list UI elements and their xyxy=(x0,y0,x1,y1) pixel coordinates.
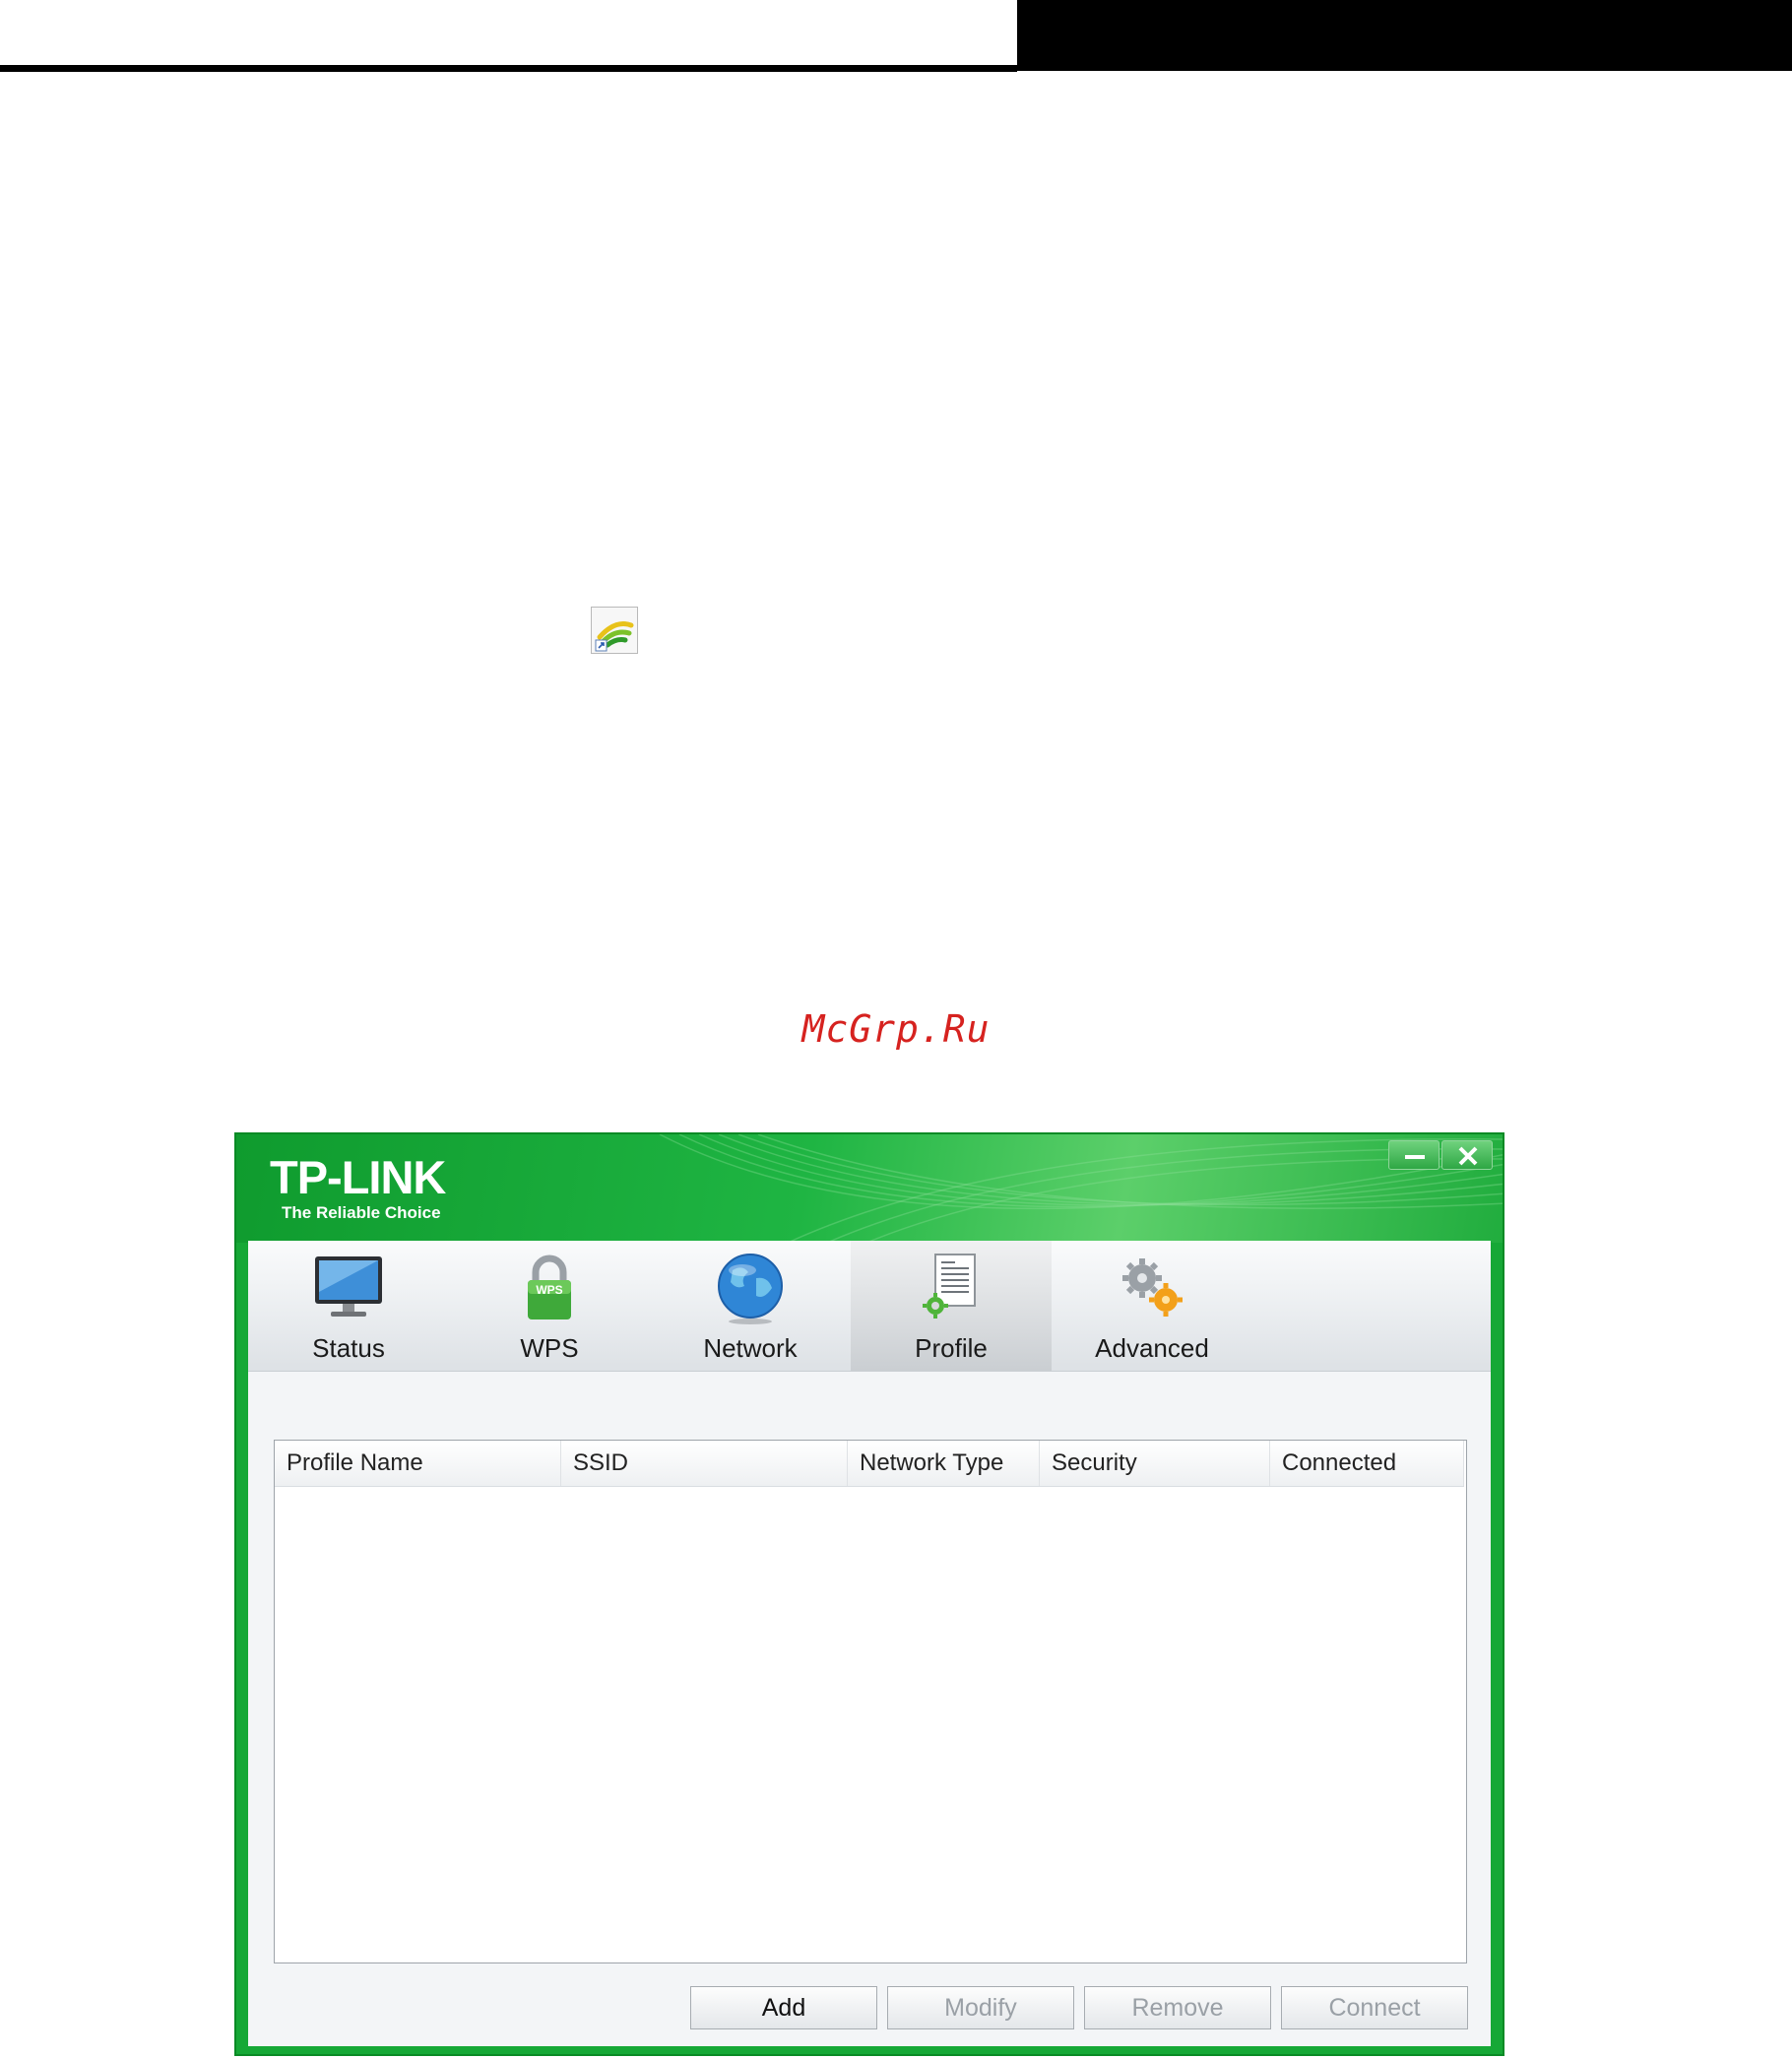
add-button[interactable]: Add xyxy=(690,1986,877,2029)
close-icon xyxy=(1458,1146,1478,1166)
tab-network[interactable]: Network xyxy=(650,1241,851,1371)
column-header-profile-name[interactable]: Profile Name xyxy=(275,1441,561,1486)
tab-label: Advanced xyxy=(1095,1333,1209,1363)
brand-logo: TP-LINK The Reliable Choice xyxy=(270,1151,446,1223)
app-header: TP-LINK The Reliable Choice xyxy=(236,1134,1503,1243)
page-header-bar xyxy=(1017,0,1792,71)
tab-profile[interactable]: Profile xyxy=(851,1241,1052,1371)
gears-icon xyxy=(1122,1258,1183,1317)
window-controls xyxy=(1388,1140,1493,1170)
tp-link-utility-window: TP-LINK The Reliable Choice Status WPS W… xyxy=(234,1132,1504,2056)
tab-advanced[interactable]: Advanced xyxy=(1052,1241,1252,1371)
tab-label: Network xyxy=(703,1333,798,1363)
brand-name: TP-LINK xyxy=(270,1151,446,1203)
monitor-icon xyxy=(315,1256,382,1317)
page-header-rule xyxy=(0,65,1017,72)
minimize-button[interactable] xyxy=(1388,1140,1440,1170)
column-header-security[interactable]: Security xyxy=(1040,1441,1270,1486)
tab-label: Status xyxy=(312,1333,385,1363)
wps-lock-icon: WPS xyxy=(528,1255,571,1319)
close-button[interactable] xyxy=(1441,1140,1493,1170)
modify-button[interactable]: Modify xyxy=(887,1986,1074,2029)
table-header: Profile Name SSID Network Type Security … xyxy=(275,1441,1464,1487)
column-header-connected[interactable]: Connected xyxy=(1270,1441,1464,1486)
remove-button[interactable]: Remove xyxy=(1084,1986,1271,2029)
minimize-icon xyxy=(1405,1155,1425,1159)
connect-button[interactable]: Connect xyxy=(1281,1986,1468,2029)
svg-text:WPS: WPS xyxy=(536,1283,562,1297)
brand-tagline: The Reliable Choice xyxy=(282,1203,441,1222)
wifi-shortcut-icon[interactable] xyxy=(591,607,638,654)
profile-document-icon xyxy=(923,1254,976,1319)
watermark: McGrp.Ru xyxy=(801,1007,991,1051)
main-toolbar: Status WPS WPS Network Profile Advanced xyxy=(248,1241,1491,1372)
globe-icon xyxy=(718,1254,783,1324)
tab-label: Profile xyxy=(915,1333,988,1363)
tab-label: WPS xyxy=(520,1333,579,1363)
tab-wps[interactable]: WPS WPS xyxy=(449,1241,650,1371)
column-header-ssid[interactable]: SSID xyxy=(561,1441,848,1486)
profile-table[interactable]: Profile Name SSID Network Type Security … xyxy=(274,1440,1467,1963)
main-panel: Status WPS WPS Network Profile Advanced … xyxy=(248,1241,1491,2046)
column-header-network-type[interactable]: Network Type xyxy=(848,1441,1040,1486)
tab-status[interactable]: Status xyxy=(248,1241,449,1371)
